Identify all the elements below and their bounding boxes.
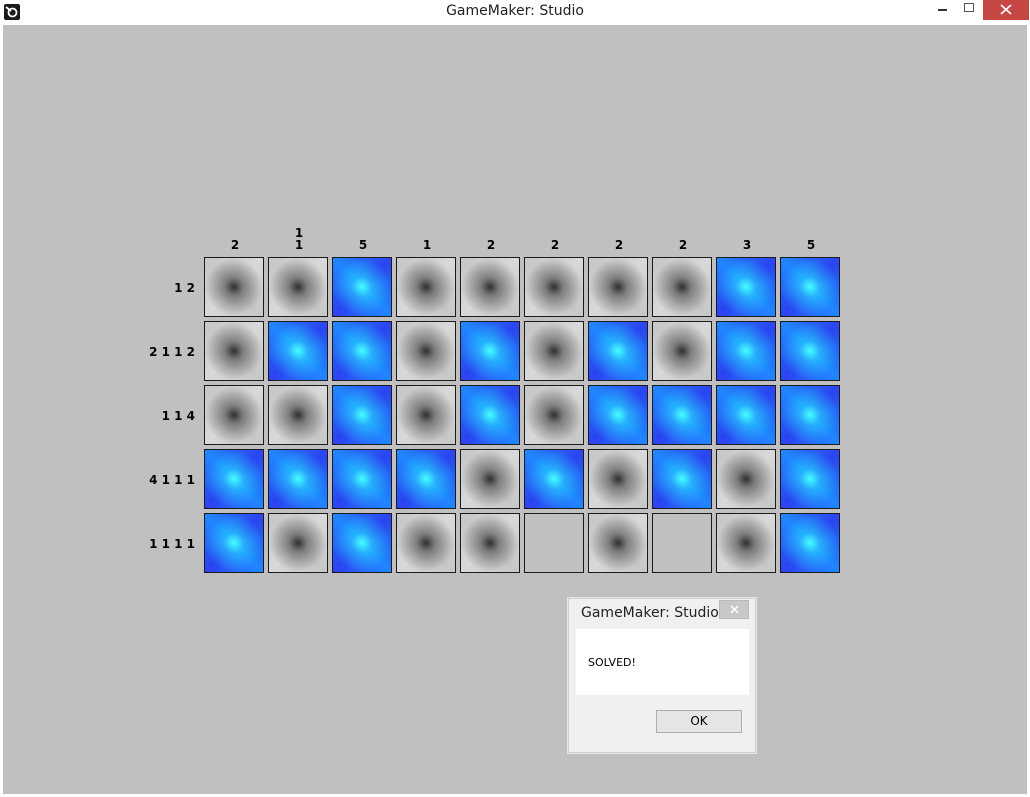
grid-cell[interactable]	[204, 257, 264, 317]
grid-cell[interactable]	[204, 321, 264, 381]
grid-cell[interactable]	[460, 257, 520, 317]
title-bar: GameMaker: Studio	[0, 0, 1030, 24]
maximize-button[interactable]	[956, 0, 982, 20]
grid-cell[interactable]	[524, 449, 584, 509]
ok-button[interactable]: OK	[656, 710, 742, 733]
dialog-message: SOLVED!	[588, 656, 636, 669]
grid-cell[interactable]	[524, 257, 584, 317]
grid-cell[interactable]	[652, 513, 712, 573]
grid-cell[interactable]	[332, 321, 392, 381]
column-clue: 2	[614, 238, 624, 252]
grid-cell[interactable]	[268, 321, 328, 381]
grid-cell[interactable]	[204, 385, 264, 445]
grid-cell[interactable]	[652, 257, 712, 317]
message-dialog: GameMaker: Studio SOLVED! OK	[568, 598, 756, 753]
grid-cell[interactable]	[204, 513, 264, 573]
row-clue: 1 2	[174, 281, 195, 295]
grid-cell[interactable]	[780, 449, 840, 509]
grid-cell[interactable]	[460, 321, 520, 381]
grid-cell[interactable]	[652, 449, 712, 509]
grid-cell[interactable]	[780, 513, 840, 573]
gamemaker-app-icon[interactable]	[4, 4, 20, 20]
grid-cell[interactable]	[716, 321, 776, 381]
grid-cell[interactable]	[588, 449, 648, 509]
grid-cell[interactable]	[396, 449, 456, 509]
grid-cell[interactable]	[588, 257, 648, 317]
grid-cell[interactable]	[268, 449, 328, 509]
close-icon	[730, 605, 739, 614]
grid-cell[interactable]	[716, 449, 776, 509]
grid-cell[interactable]	[268, 385, 328, 445]
grid-cell[interactable]	[588, 513, 648, 573]
row-clue: 4 1 1 1	[149, 473, 195, 487]
minimize-button[interactable]	[930, 0, 956, 20]
grid-cell[interactable]	[332, 385, 392, 445]
window-title: GameMaker: Studio	[446, 3, 584, 19]
dialog-body: SOLVED!	[576, 629, 749, 695]
grid-cell[interactable]	[716, 385, 776, 445]
column-clue: 5	[806, 238, 816, 252]
grid-cell[interactable]	[652, 385, 712, 445]
grid-cell[interactable]	[332, 257, 392, 317]
column-clue: 1	[422, 238, 432, 252]
column-clue: 2	[486, 238, 496, 252]
column-clue: 3	[742, 238, 752, 252]
game-room: 21151222235 1 22 1 1 21 1 44 1 1 11 1 1 …	[3, 25, 1027, 794]
grid-cell[interactable]	[780, 257, 840, 317]
grid-cell[interactable]	[396, 321, 456, 381]
grid-cell[interactable]	[524, 513, 584, 573]
grid-cell[interactable]	[396, 513, 456, 573]
column-clue: 1	[294, 238, 304, 252]
grid-cell[interactable]	[332, 513, 392, 573]
grid-cell[interactable]	[780, 321, 840, 381]
grid-cell[interactable]	[652, 321, 712, 381]
close-window-button[interactable]	[983, 0, 1029, 20]
grid-cell[interactable]	[396, 385, 456, 445]
column-clue: 2	[678, 238, 688, 252]
grid-cell[interactable]	[524, 321, 584, 381]
grid-cell[interactable]	[460, 513, 520, 573]
dialog-close-button[interactable]	[719, 600, 749, 619]
grid-cell[interactable]	[460, 449, 520, 509]
row-clue: 1 1 1 1	[149, 537, 195, 551]
dialog-title: GameMaker: Studio	[581, 605, 719, 621]
grid-cell[interactable]	[268, 513, 328, 573]
grid-cell[interactable]	[588, 385, 648, 445]
grid-cell[interactable]	[780, 385, 840, 445]
grid-cell[interactable]	[204, 449, 264, 509]
column-clue: 2	[550, 238, 560, 252]
grid-cell[interactable]	[524, 385, 584, 445]
grid-cell[interactable]	[588, 321, 648, 381]
row-clue: 1 1 4	[161, 409, 195, 423]
grid-cell[interactable]	[268, 257, 328, 317]
column-clue: 5	[358, 238, 368, 252]
close-icon	[1000, 4, 1012, 15]
column-clue: 2	[230, 238, 240, 252]
grid-cell[interactable]	[332, 449, 392, 509]
grid-cell[interactable]	[396, 257, 456, 317]
grid-cell[interactable]	[460, 385, 520, 445]
grid-cell[interactable]	[716, 513, 776, 573]
grid-cell[interactable]	[716, 257, 776, 317]
row-clue: 2 1 1 2	[149, 345, 195, 359]
